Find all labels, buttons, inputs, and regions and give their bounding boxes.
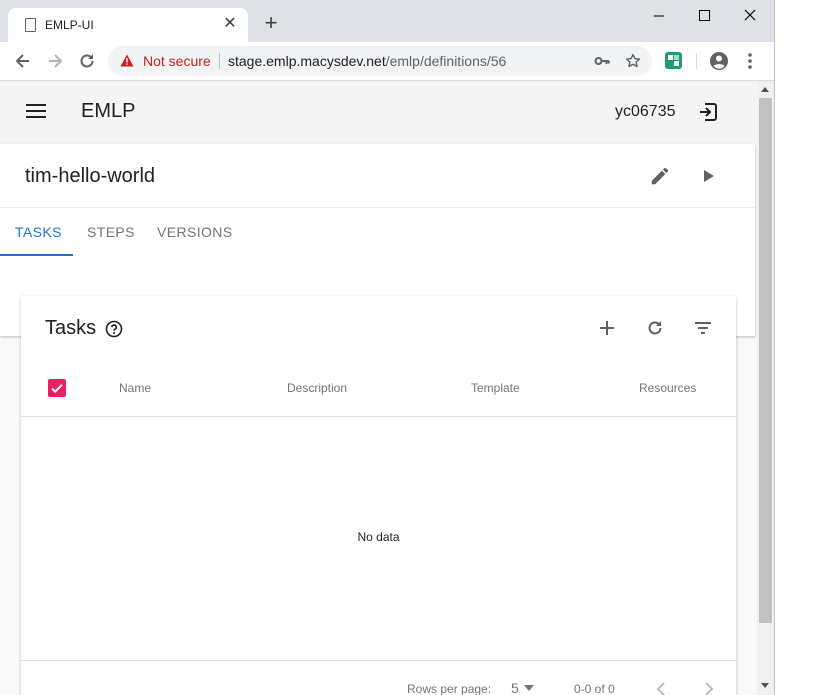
play-icon[interactable] [699, 165, 719, 187]
maximize-icon[interactable] [682, 4, 728, 28]
definition-tabs: TASKS STEPS VERSIONS [0, 207, 755, 257]
url-path: /emlp/definitions/56 [385, 53, 507, 69]
close-window-icon[interactable] [728, 4, 774, 28]
tab-versions[interactable]: VERSIONS [157, 224, 233, 240]
rows-per-page-label: Rows per page: [407, 682, 492, 695]
minimize-icon[interactable] [636, 4, 682, 28]
checkmark-icon [51, 384, 63, 394]
app-content: EMLP yc06735 tim-hello-world TASKS STEPS… [0, 81, 757, 695]
app-bar: EMLP yc06735 [0, 81, 757, 143]
filter-icon[interactable] [693, 318, 713, 338]
empty-state-text: No data [357, 530, 400, 544]
column-header-resources[interactable]: Resources [639, 381, 696, 395]
rows-per-page-select[interactable]: 5 [511, 680, 519, 695]
tab-close-icon[interactable]: ✕ [220, 14, 240, 34]
browser-titlebar: EMLP-UI ✕ + [0, 0, 774, 42]
tab-title: EMLP-UI [45, 18, 94, 32]
vertical-scrollbar[interactable] [757, 81, 774, 695]
edit-pencil-icon[interactable] [649, 165, 671, 187]
column-header-description[interactable]: Description [287, 381, 347, 395]
forward-arrow-icon[interactable] [45, 51, 65, 71]
refresh-icon[interactable] [645, 318, 665, 338]
address-bar[interactable]: Not secure stage.emlp.macysdev.net/emlp/… [108, 46, 652, 76]
scrollbar-thumb[interactable] [759, 98, 772, 623]
url-host: stage.emlp.macysdev.net [228, 53, 386, 69]
security-label[interactable]: Not secure [143, 53, 211, 69]
tab-steps[interactable]: STEPS [87, 224, 135, 240]
username: yc06735 [615, 103, 676, 120]
toolbar-divider [696, 53, 697, 69]
tasks-card: Tasks Name Description Template Resource… [21, 296, 736, 695]
next-page-icon[interactable] [703, 681, 715, 695]
menu-icon[interactable] [26, 103, 46, 119]
dropdown-arrow-icon[interactable] [524, 685, 534, 691]
definition-title: tim-hello-world [25, 165, 156, 187]
table-header-row: Name Description Template Resources [21, 366, 736, 417]
scroll-up-arrow-icon[interactable] [761, 87, 769, 92]
app-brand: EMLP [81, 100, 136, 122]
add-icon[interactable] [597, 318, 617, 338]
active-tab-indicator [0, 254, 73, 256]
help-icon[interactable] [105, 320, 123, 338]
previous-page-icon[interactable] [655, 681, 667, 695]
new-tab-icon[interactable]: + [260, 12, 282, 35]
url-text[interactable]: stage.emlp.macysdev.net/emlp/definitions… [228, 53, 506, 69]
reload-icon[interactable] [77, 51, 97, 71]
column-header-template[interactable]: Template [471, 381, 520, 395]
warning-icon [120, 54, 134, 67]
extension-icon[interactable] [665, 52, 682, 69]
table-footer: Rows per page: 5 0-0 of 0 [21, 660, 736, 695]
star-icon[interactable] [625, 53, 641, 69]
column-header-name[interactable]: Name [119, 381, 151, 395]
key-icon[interactable] [594, 54, 610, 68]
logout-icon[interactable] [697, 101, 719, 123]
back-arrow-icon[interactable] [13, 51, 33, 71]
pagination-range: 0-0 of 0 [574, 682, 615, 695]
tab-tasks[interactable]: TASKS [15, 224, 62, 240]
profile-icon[interactable] [709, 51, 729, 71]
browser-tab[interactable]: EMLP-UI ✕ [8, 8, 248, 42]
document-icon [25, 18, 36, 32]
browser-window: EMLP-UI ✕ + Not secure stage.emlp.macysd… [0, 0, 775, 695]
tasks-title: Tasks [45, 317, 97, 339]
select-all-checkbox[interactable] [48, 379, 66, 397]
omnibox-divider [219, 53, 220, 69]
scroll-down-arrow-icon[interactable] [761, 683, 769, 688]
more-vert-icon[interactable] [746, 51, 754, 71]
browser-toolbar: Not secure stage.emlp.macysdev.net/emlp/… [0, 42, 774, 81]
